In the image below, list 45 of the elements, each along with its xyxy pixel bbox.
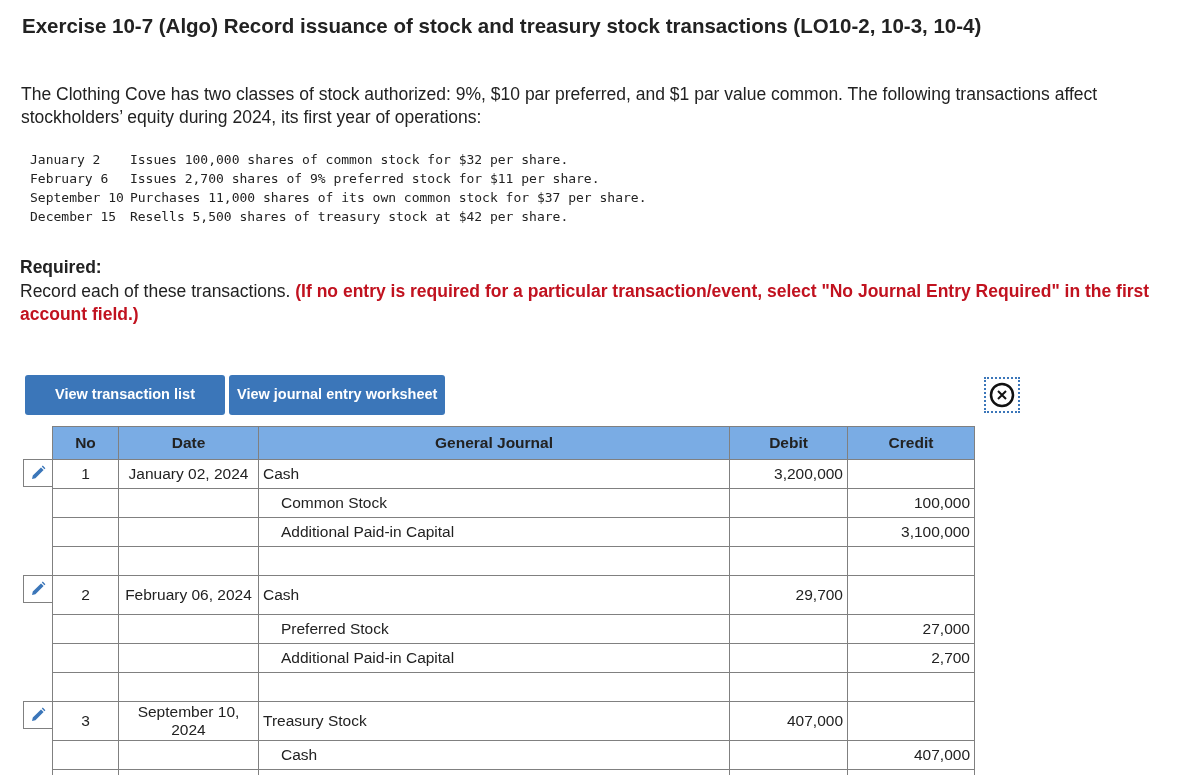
- edit-icon[interactable]: [23, 701, 52, 730]
- journal-worksheet-button[interactable]: View journal entry worksheet: [229, 374, 446, 415]
- account-name: Cash: [258, 575, 730, 615]
- column-header: Credit: [847, 426, 975, 460]
- column-header: Debit: [729, 426, 848, 460]
- debit-amount: 407,000: [729, 701, 848, 741]
- credit-amount: 2,700: [847, 643, 975, 673]
- transaction-list-button[interactable]: View transaction list: [25, 374, 225, 415]
- debit-amount: 3,200,000: [729, 459, 848, 489]
- entry-date: September 10, 2024: [118, 701, 259, 741]
- required-instructions: Record each of these transactions. (If no entry is required for a particular transaction/event, select "No Journal Entry Required" in the first account field.): [20, 279, 1151, 326]
- transaction-text: Resells 5,500 shares of treasury stock at $42 per share.: [129, 207, 570, 226]
- edit-icon[interactable]: [23, 459, 52, 488]
- debit-amount: 29,700: [729, 575, 848, 615]
- column-header: General Journal: [258, 426, 730, 460]
- required-heading: Required:: [20, 255, 103, 279]
- edit-icon[interactable]: [23, 575, 52, 604]
- account-name: Preferred Stock: [258, 614, 730, 644]
- entry-date: February 06, 2024: [118, 575, 259, 615]
- transaction-date: January 2: [30, 150, 102, 169]
- credit-amount: 3,100,000: [847, 517, 975, 547]
- account-name: Common Stock: [258, 488, 730, 518]
- entry-date: January 02, 2024: [118, 459, 259, 489]
- credit-amount: 100,000: [847, 488, 975, 518]
- column-header: No: [52, 426, 119, 460]
- account-name: Additional Paid-in Capital: [258, 517, 730, 547]
- exercise-title: Exercise 10-7 (Algo) Record issuance of stock and treasury stock transactions (LO10-2, 10-3, 10-4): [22, 14, 983, 39]
- close-icon[interactable]: [984, 376, 1020, 413]
- transaction-date: February 6: [30, 169, 110, 188]
- transaction-text: Issues 100,000 shares of common stock for $32 per share.: [129, 150, 570, 169]
- transaction-date: September 10: [30, 188, 125, 207]
- entry-number: 1: [52, 459, 119, 489]
- transaction-date: December 15: [30, 206, 130, 226]
- account-name: Treasury Stock: [258, 701, 730, 741]
- entry-number: 3: [52, 701, 119, 741]
- column-header: Date: [118, 426, 259, 460]
- account-name: Additional Paid-in Capital: [258, 643, 730, 673]
- transaction-text: Purchases 11,000 shares of its own common stock for $37 per share.: [129, 188, 648, 207]
- credit-amount: 407,000: [847, 740, 975, 770]
- intro-paragraph: The Clothing Cove has two classes of stock authorized: 9%, $10 par preferred, and $1 par value common. The following transactions affect stockholders’ equity during 2024, its first year of operations:: [21, 82, 1099, 129]
- account-name: Cash: [258, 740, 730, 770]
- transaction-text: Issues 2,700 shares of 9% preferred stock for $11 per share.: [129, 169, 601, 188]
- entry-number: 2: [52, 575, 119, 615]
- credit-amount: 27,000: [847, 614, 975, 644]
- account-name: Cash: [258, 459, 730, 489]
